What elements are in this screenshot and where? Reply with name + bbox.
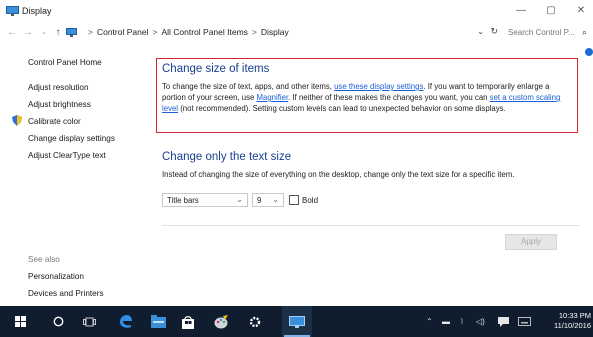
bold-checkbox[interactable] <box>289 195 299 205</box>
change-size-heading: Change size of items <box>162 63 270 75</box>
sidebar-item-devices-printers[interactable]: Devices and Printers <box>28 289 104 298</box>
sidebar-item-adjust-resolution[interactable]: Adjust resolution <box>28 83 89 92</box>
folder-icon <box>150 315 166 328</box>
task-view-button[interactable] <box>78 306 100 337</box>
search-icon[interactable]: ⌕ <box>582 27 587 38</box>
minimize-button[interactable]: — <box>512 4 530 18</box>
back-arrow-icon[interactable]: ← <box>6 26 18 40</box>
windows-logo-icon <box>14 316 26 327</box>
description-text: To change the size of text, apps, and ot… <box>162 82 335 91</box>
search-input[interactable]: Search Control P... ⌕ <box>502 25 588 41</box>
close-button[interactable]: ✕ <box>572 4 590 18</box>
text-size-heading: Change only the text size <box>162 151 292 163</box>
address-field[interactable]: > Control Panel > All Control Panel Items > D… <box>80 25 498 41</box>
size-select[interactable]: 9 ⌄ <box>252 193 284 207</box>
display-settings-link[interactable]: use these display settings <box>334 82 423 91</box>
edge-icon <box>119 315 132 328</box>
breadcrumb-control-panel[interactable]: Control Panel <box>97 27 149 37</box>
show-hidden-icons-button[interactable]: ⌃ <box>426 306 433 337</box>
sidebar-item-change-display-settings[interactable]: Change display settings <box>28 134 115 143</box>
cortana-button[interactable] <box>48 306 68 337</box>
item-select-value: Title bars <box>167 196 199 205</box>
clock-time: 10:33 PM <box>558 311 591 320</box>
breadcrumb-display[interactable]: Display <box>261 27 289 37</box>
store-button[interactable] <box>176 306 200 337</box>
notification-icon <box>498 316 509 327</box>
help-icon[interactable] <box>585 48 593 56</box>
description-text: (not recommended). Setting custom levels… <box>178 104 506 113</box>
description-text: . If neither of these makes the changes … <box>288 93 490 102</box>
bold-label: Bold <box>302 196 319 205</box>
display-icon <box>6 6 19 16</box>
search-placeholder: Search Control P... <box>508 28 575 37</box>
battery-icon[interactable]: ▬ <box>442 306 450 337</box>
control-panel-icon <box>289 315 305 328</box>
palette-icon <box>214 314 228 328</box>
action-center-icon[interactable] <box>498 306 509 337</box>
see-also-heading: See also <box>28 255 60 264</box>
title-bar: Display — ▢ ✕ <box>0 0 593 22</box>
section-divider <box>162 225 580 226</box>
breadcrumb-separator: > <box>251 27 257 37</box>
size-select-value: 9 <box>257 196 262 205</box>
text-size-description: Instead of changing the size of everythi… <box>162 170 515 179</box>
task-view-icon <box>82 317 96 326</box>
sidebar-item-adjust-cleartype[interactable]: Adjust ClearType text <box>28 151 106 160</box>
start-button[interactable] <box>12 306 28 337</box>
control-panel-icon <box>66 28 77 37</box>
settings-button[interactable] <box>242 306 268 337</box>
shield-icon <box>12 115 22 126</box>
chevron-down-icon: ⌄ <box>236 195 243 204</box>
sidebar: Control Panel Home Adjust resolution Adj… <box>0 44 155 306</box>
refresh-icon[interactable]: ↻ <box>490 26 498 37</box>
display-window: Display — ▢ ✕ ← → ⌄ ↑ > Control Panel > All… <box>0 0 593 306</box>
search-circle-icon <box>53 316 63 327</box>
breadcrumb-separator: > <box>152 27 158 37</box>
address-dropdown-icon[interactable]: ⌄ <box>477 27 484 36</box>
keyboard-icon[interactable] <box>518 306 531 337</box>
address-bar: ← → ⌄ ↑ > Control Panel > All Control Panel… <box>0 23 593 43</box>
maximize-button[interactable]: ▢ <box>542 4 560 18</box>
caret-up-icon: ⌃ <box>426 317 433 326</box>
edge-button[interactable] <box>114 306 136 337</box>
breadcrumb-all-items[interactable]: All Control Panel Items <box>161 27 247 37</box>
gear-icon <box>249 316 261 327</box>
volume-icon[interactable]: ◁) <box>476 306 485 337</box>
sidebar-item-calibrate-color[interactable]: Calibrate color <box>28 117 81 126</box>
file-explorer-button[interactable] <box>146 306 170 337</box>
clock[interactable]: 10:33 PM 11/10/2016 <box>554 311 591 331</box>
up-arrow-icon[interactable]: ↑ <box>52 26 64 40</box>
item-select[interactable]: Title bars ⌄ <box>162 193 248 207</box>
sidebar-item-home[interactable]: Control Panel Home <box>28 58 102 67</box>
paint-button[interactable] <box>208 306 234 337</box>
chevron-down-icon: ⌄ <box>272 195 279 204</box>
forward-arrow-icon[interactable]: → <box>22 26 34 40</box>
sidebar-item-personalization[interactable]: Personalization <box>28 272 84 281</box>
breadcrumb-separator: > <box>88 27 93 37</box>
store-bag-icon <box>182 315 194 329</box>
chevron-down-icon[interactable]: ⌄ <box>38 26 50 40</box>
touch-keyboard-icon <box>518 317 531 326</box>
control-panel-taskbar-button[interactable] <box>282 306 312 337</box>
sidebar-item-adjust-brightness[interactable]: Adjust brightness <box>28 100 91 109</box>
window-title: Display <box>22 6 52 16</box>
clock-date: 11/10/2016 <box>554 321 591 330</box>
apply-button[interactable]: Apply <box>505 234 557 250</box>
taskbar: ⌃ ▬ ⌇ ◁) 10:33 PM 11/10/2016 <box>0 306 593 337</box>
breadcrumb: > Control Panel > All Control Panel Items > D… <box>84 27 289 37</box>
change-size-description: To change the size of text, apps, and ot… <box>162 81 572 114</box>
magnifier-link[interactable]: Magnifier <box>256 93 288 102</box>
network-icon[interactable]: ⌇ <box>460 306 464 337</box>
